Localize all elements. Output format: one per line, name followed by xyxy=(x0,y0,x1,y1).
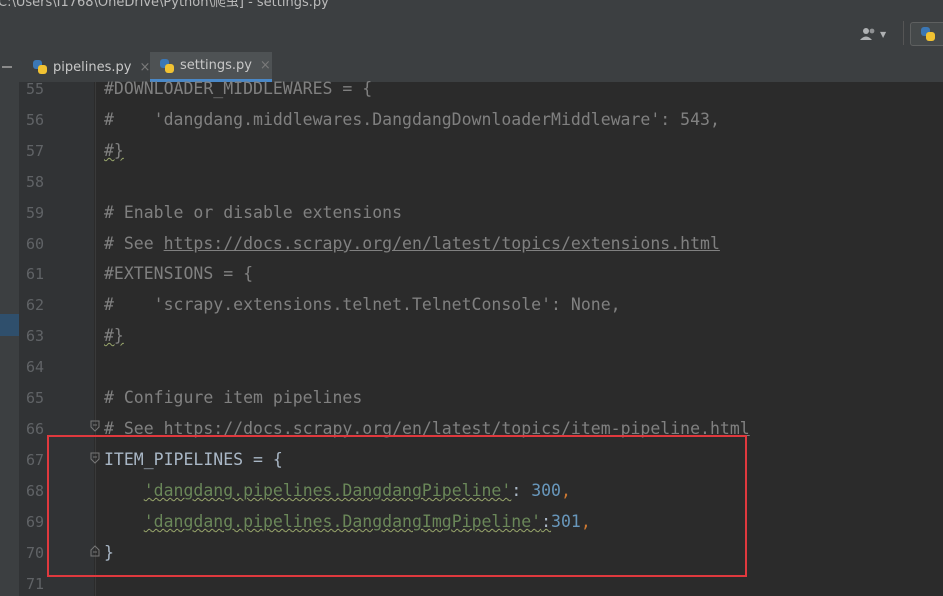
close-icon[interactable]: × xyxy=(260,58,271,73)
close-icon[interactable]: × xyxy=(139,60,150,75)
tab-pipelines[interactable]: pipelines.py × xyxy=(33,52,150,82)
window-title: C:\Users\I1768\OneDrive\Python\爬虫] - set… xyxy=(0,0,329,10)
code-line[interactable]: #} xyxy=(104,141,124,160)
code-line[interactable]: # 'dangdang.middlewares.DangdangDownload… xyxy=(104,110,720,129)
tool-window-strip xyxy=(0,52,19,596)
docs-link[interactable]: https://docs.scrapy.org/en/latest/topics… xyxy=(164,234,720,253)
line-number: 63 xyxy=(26,327,45,345)
line-number: 55 xyxy=(26,80,45,98)
python-interpreter-button[interactable] xyxy=(910,22,943,46)
line-number: 56 xyxy=(26,111,45,129)
window-title-bar: C:\Users\I1768\OneDrive\Python\爬虫] - set… xyxy=(0,0,943,14)
toolbar: ▼ xyxy=(0,14,943,53)
line-number: 60 xyxy=(26,235,45,253)
code-line[interactable]: #} xyxy=(104,326,124,345)
tab-settings[interactable]: settings.py × xyxy=(150,52,272,82)
current-position-marker xyxy=(0,314,19,336)
line-number: 59 xyxy=(26,204,45,222)
minimize-icon[interactable] xyxy=(2,66,12,68)
tab-label: settings.py xyxy=(180,58,252,73)
python-file-icon xyxy=(160,58,174,73)
user-account-button[interactable]: ▼ xyxy=(858,24,892,44)
line-number: 57 xyxy=(26,142,45,160)
line-number: 71 xyxy=(26,575,45,593)
tab-label: pipelines.py xyxy=(53,59,132,75)
chevron-down-icon: ▼ xyxy=(880,30,887,39)
highlight-box xyxy=(47,435,747,577)
code-line[interactable]: # See https://docs.scrapy.org/en/latest/… xyxy=(104,234,720,253)
line-number: 62 xyxy=(26,296,45,314)
code-line[interactable]: # 'scrapy.extensions.telnet.TelnetConsol… xyxy=(104,295,621,314)
line-number: 65 xyxy=(26,389,45,407)
code-line[interactable]: #DOWNLOADER_MIDDLEWARES = { xyxy=(104,79,372,98)
python-file-icon xyxy=(33,60,47,74)
line-number: 64 xyxy=(26,358,45,376)
python-icon xyxy=(921,27,935,41)
line-number: 61 xyxy=(26,265,45,283)
code-line[interactable]: #EXTENSIONS = { xyxy=(104,264,253,283)
user-icon xyxy=(860,28,875,40)
code-line[interactable]: # Enable or disable extensions xyxy=(104,203,402,222)
line-number: 58 xyxy=(26,173,45,191)
toolbar-separator xyxy=(903,21,904,45)
code-line[interactable]: # Configure item pipelines xyxy=(104,388,362,407)
comment-prefix: # See xyxy=(104,234,164,253)
fold-icon[interactable] xyxy=(90,420,100,432)
